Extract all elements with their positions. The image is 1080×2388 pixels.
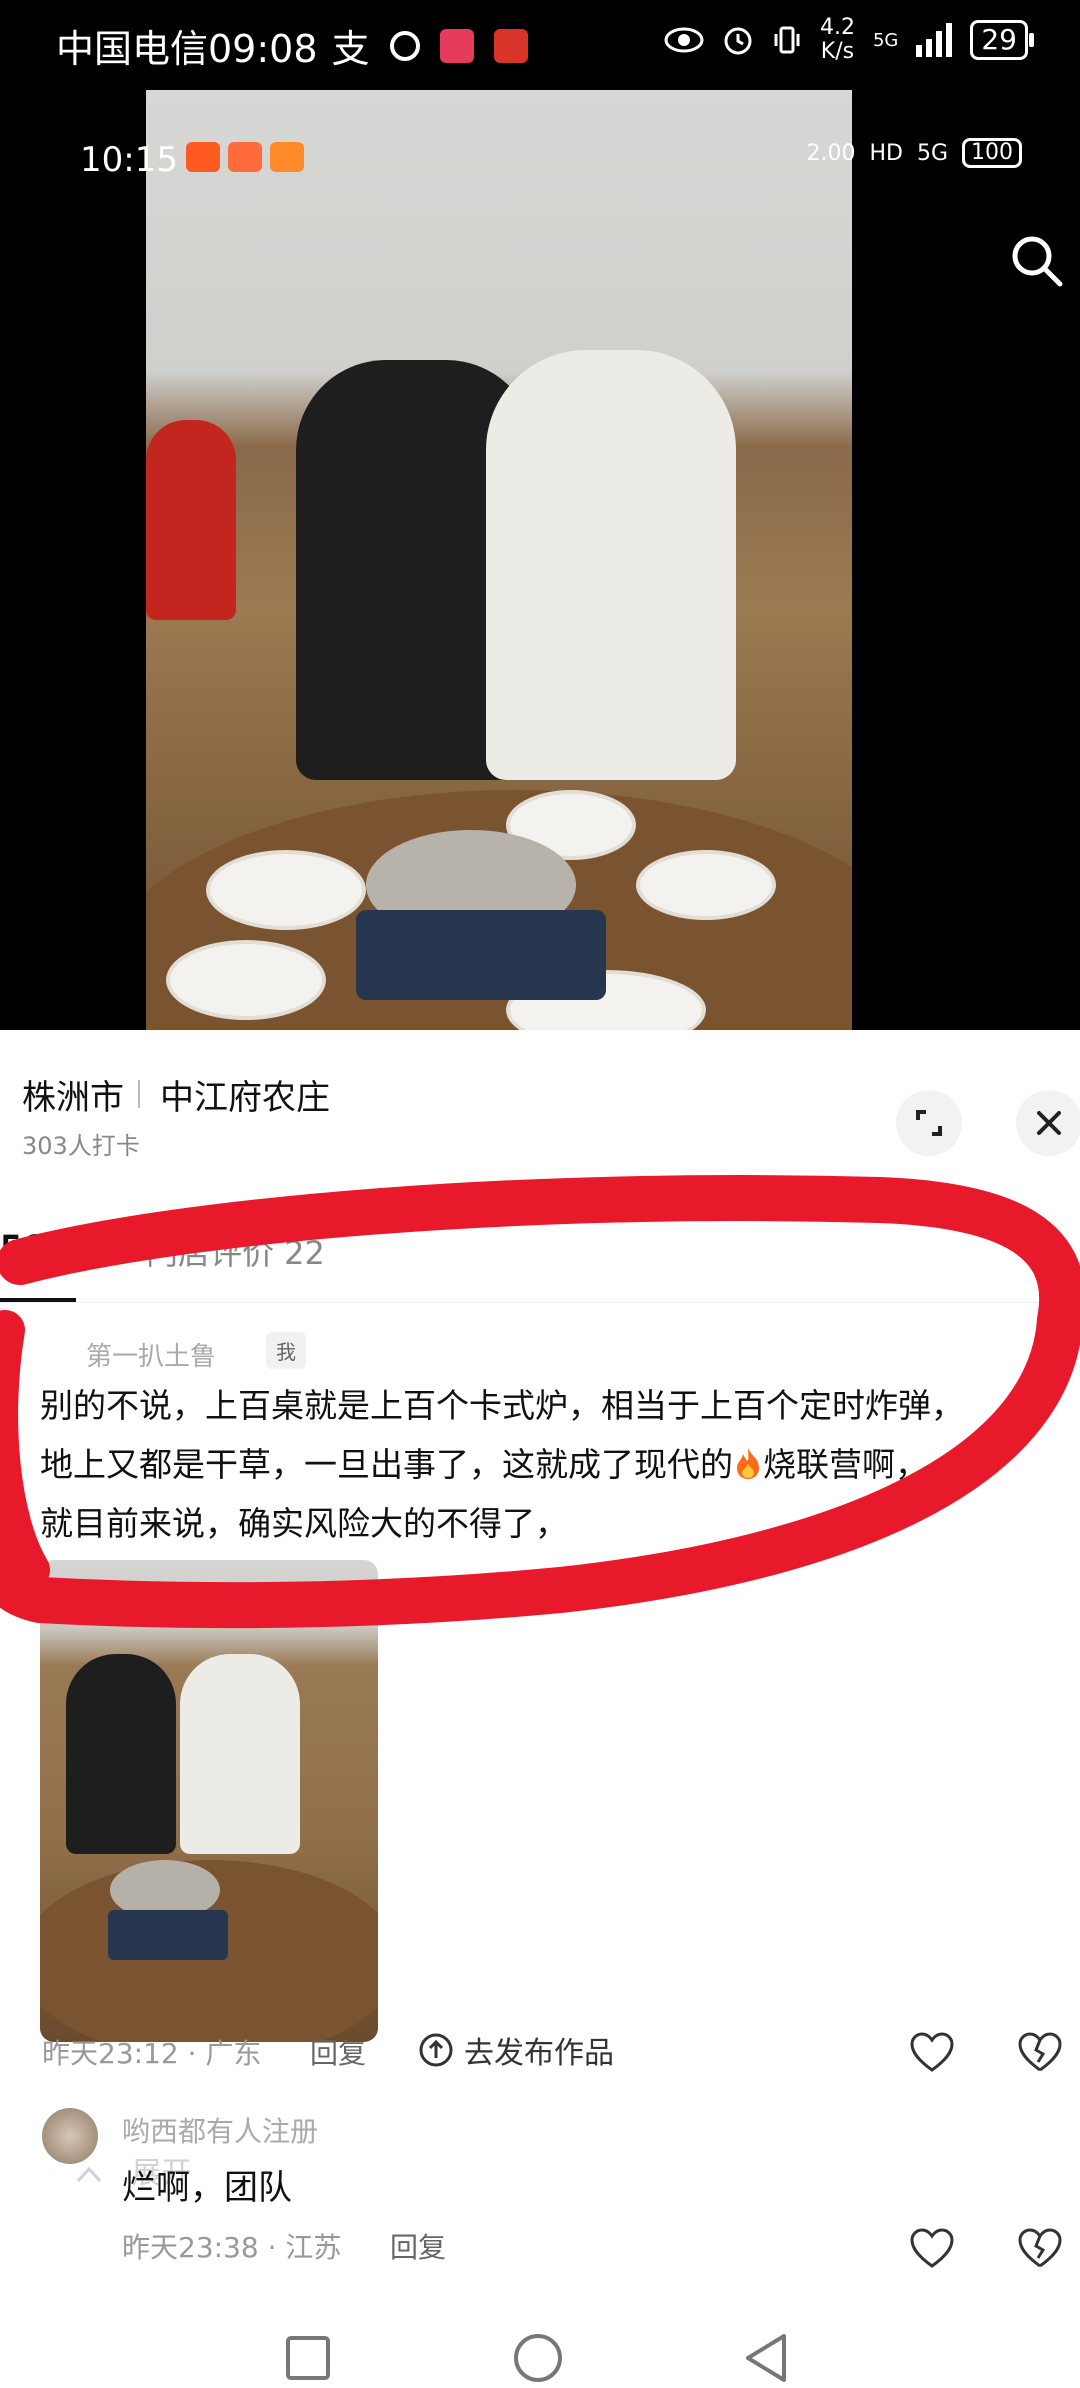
comment-username[interactable]: 第一扒土鲁 <box>86 1336 216 1373</box>
heart-icon[interactable] <box>908 2226 956 2270</box>
close-icon <box>1037 1111 1061 1135</box>
home-icon[interactable] <box>512 2332 564 2384</box>
video-overlay-time: 10:15 <box>80 140 178 180</box>
vibrate-icon <box>774 26 800 54</box>
back-icon[interactable] <box>742 2332 790 2384</box>
comment-reply-button[interactable]: 回复 <box>310 2032 366 2072</box>
signal-label: 5G <box>872 29 899 51</box>
video-overlay-status: 2.00 HD 5G 100 <box>806 138 1022 168</box>
eye-icon <box>664 27 704 53</box>
alarm-icon <box>724 27 752 55</box>
comment-text: 别的不说，上百桌就是上百个卡式炉，相当于上百个定时炸弹， 地上又都是干草，一旦出… <box>40 1386 964 1543</box>
location-name[interactable]: 中江府农庄 <box>160 1070 330 1119</box>
reply-time-location: 昨天23:38 · 江苏 <box>122 2231 342 2264</box>
tab-store-reviews[interactable]: 门店评价 22 <box>146 1228 325 1274</box>
heart-icon[interactable] <box>908 2030 956 2074</box>
search-icon[interactable] <box>1006 230 1066 290</box>
video-stove <box>356 910 606 1000</box>
upload-icon <box>419 2033 453 2067</box>
screen: 中国电信09:08 支 4.2 K/s 5G 29 10:15 2.00 HD … <box>0 0 1080 2388</box>
comment-video-thumbnail[interactable] <box>40 1560 378 2042</box>
video-dish <box>636 850 776 920</box>
tab-divider <box>0 1302 1080 1303</box>
status-bar: 中国电信09:08 支 4.2 K/s 5G 29 <box>0 0 1080 90</box>
video-figure <box>486 350 736 780</box>
alipay-icon: 支 <box>331 27 370 71</box>
chevron-up-icon <box>76 2166 102 2183</box>
broken-heart-icon[interactable] <box>1016 2030 1064 2074</box>
signal-bars-icon <box>916 23 953 57</box>
system-nav-bar <box>0 2320 1080 2388</box>
carrier-time: 中国电信09:08 <box>56 27 318 71</box>
video-figure <box>146 420 236 620</box>
broken-heart-icon[interactable] <box>1016 2226 1064 2270</box>
expand-icon <box>916 1110 942 1136</box>
reply-text: 烂啊，团队 <box>122 2168 292 2208</box>
network-rate: 4.2 K/s <box>819 15 855 64</box>
expand-button[interactable] <box>896 1090 962 1156</box>
video-stage[interactable]: 10:15 2.00 HD 5G 100 <box>0 90 1080 1030</box>
comment-time-location: 昨天23:12 · 广东 <box>42 2037 262 2070</box>
music-app-icon <box>439 28 474 63</box>
video-dish <box>166 940 326 1020</box>
publish-work-button[interactable]: 去发布作品 <box>418 2028 614 2072</box>
close-button[interactable] <box>1016 1090 1080 1156</box>
tab-comments[interactable]: 5662 <box>0 1228 89 1266</box>
self-tag-badge: 我 <box>266 1332 306 1369</box>
location-city[interactable]: 株洲市 <box>22 1070 124 1119</box>
video-app-icon <box>493 28 528 63</box>
video-dish <box>206 850 366 930</box>
reply-username[interactable]: 哟西都有人注册 <box>122 2110 318 2150</box>
checkin-count: 303人打卡 <box>22 1132 140 1160</box>
recents-icon[interactable] <box>284 2334 332 2382</box>
video-overlay-app-icons <box>186 142 304 172</box>
wechat-icon <box>389 30 420 61</box>
fire-emoji-icon <box>737 1448 759 1479</box>
video-player[interactable] <box>146 90 852 1030</box>
divider <box>138 1080 140 1108</box>
reply-reply-button[interactable]: 回复 <box>390 2226 446 2266</box>
battery-icon: 29 <box>970 20 1034 60</box>
comments-panel: 株洲市 中江府农庄 303人打卡 5662 门店评价 22 第一扒土鲁 我 别的… <box>0 1030 1080 2388</box>
